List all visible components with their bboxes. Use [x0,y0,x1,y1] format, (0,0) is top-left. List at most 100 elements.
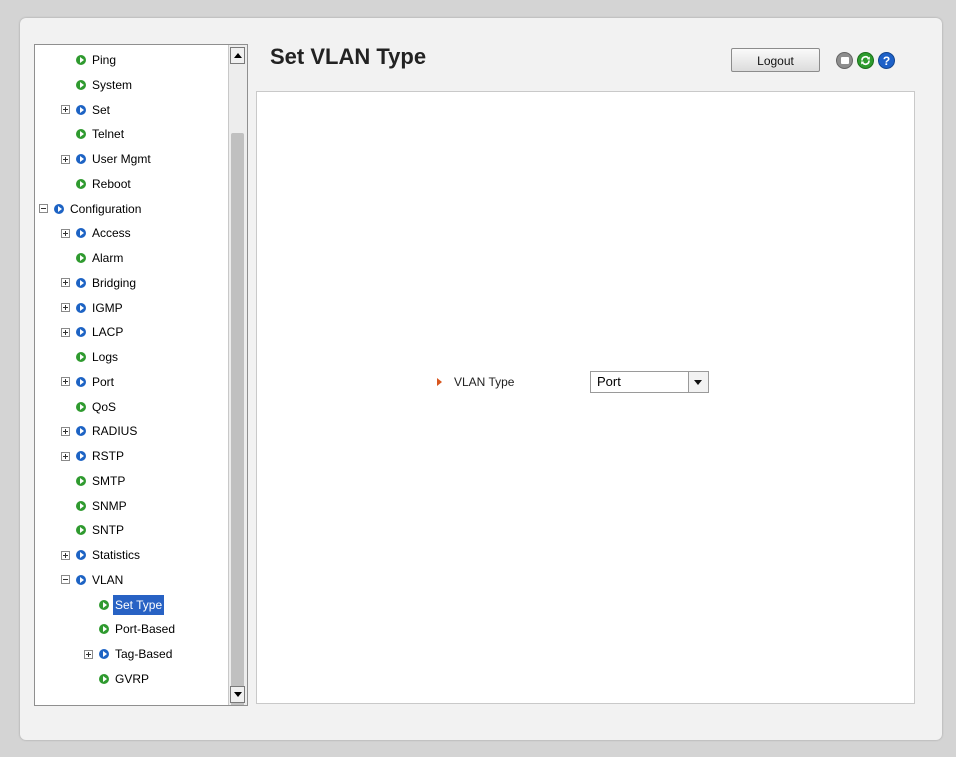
expand-icon[interactable] [61,550,70,560]
chevron-down-icon[interactable] [688,372,708,392]
tree-item-label[interactable]: Set Type [113,594,165,615]
tree-item[interactable]: Configuration [39,199,143,219]
folder-bullet-icon [76,426,86,437]
tree-item[interactable]: Reboot [76,174,133,194]
tree-item[interactable]: User Mgmt [61,149,153,169]
vlan-type-select[interactable]: Port [590,371,709,393]
expand-icon[interactable] [61,426,70,436]
tree-item-label[interactable]: Bridging [90,273,138,293]
refresh-icon[interactable] [857,52,874,69]
tree-item-label[interactable]: Set [90,100,112,120]
tree-item[interactable]: SMTP [76,471,127,491]
tree-item-label[interactable]: Port-Based [113,619,177,639]
tree-item-label[interactable]: User Mgmt [90,149,153,169]
vlan-type-label: VLAN Type [454,375,515,389]
tree-item-label[interactable]: Ping [90,50,118,70]
tree-item-label[interactable]: Statistics [90,545,142,565]
tree-item[interactable]: Alarm [76,248,125,268]
page-bullet-icon [76,178,86,189]
tree-item[interactable]: SNMP [76,496,129,516]
tree-item[interactable]: Set Type [99,594,165,615]
tree-item-label[interactable]: Logs [90,347,120,367]
tree-item[interactable]: Port-Based [99,619,177,639]
scroll-down-button[interactable] [230,686,245,703]
tree-item[interactable]: Logs [76,347,120,367]
navigation-tree-panel: Ping System Set Telnet User Mgmt Reboot Config… [34,44,248,706]
navigation-tree: Ping System Set Telnet User Mgmt Reboot Config… [35,45,228,705]
collapse-icon[interactable] [39,204,48,213]
expand-icon[interactable] [61,327,70,337]
tree-item-label[interactable]: SNTP [90,520,126,540]
tree-item[interactable]: Tag-Based [84,644,174,664]
tree-item-label[interactable]: GVRP [113,669,151,689]
tree-item-label[interactable]: QoS [90,397,118,417]
folder-bullet-icon [99,649,109,659]
page-bullet-icon [76,352,86,362]
tree-item[interactable]: Set [61,100,112,120]
tree-item[interactable]: IGMP [61,298,125,318]
page-bullet-icon [76,500,86,511]
tree-item[interactable]: GVRP [99,669,151,689]
folder-bullet-icon [76,154,86,164]
tree-item-label[interactable]: RADIUS [90,421,139,441]
folder-bullet-icon [76,302,86,313]
help-icon[interactable]: ? [878,52,895,69]
expand-icon[interactable] [61,303,70,312]
tree-scrollbar[interactable] [228,45,247,705]
expand-icon[interactable] [61,228,70,238]
tree-item-label[interactable]: Port [90,372,116,392]
tree-item[interactable]: SNTP [76,520,126,540]
tree-item-label[interactable]: Telnet [90,124,126,144]
folder-bullet-icon [76,104,86,115]
tree-item-label[interactable]: Access [90,223,133,243]
tree-item[interactable]: Statistics [61,545,142,565]
page-bullet-icon [76,129,86,140]
tree-item[interactable]: Access [61,223,133,243]
expand-icon[interactable] [61,278,70,288]
page-bullet-icon [99,599,109,610]
content-area [256,91,915,704]
expand-icon[interactable] [61,377,70,387]
tree-item-label[interactable]: LACP [90,322,125,342]
tree-item-label[interactable]: RSTP [90,446,126,466]
tree-item[interactable]: VLAN [61,570,125,590]
collapse-icon[interactable] [61,575,70,585]
save-icon[interactable] [836,52,853,69]
tree-item[interactable]: Bridging [61,273,138,293]
tree-item[interactable]: Telnet [76,124,126,144]
logout-button[interactable]: Logout [731,48,820,72]
tree-item-label[interactable]: SNMP [90,496,129,516]
folder-bullet-icon [76,376,86,387]
tree-item-label[interactable]: IGMP [90,298,125,318]
tree-item[interactable]: RSTP [61,446,126,466]
tree-item[interactable]: Ping [76,50,118,70]
tree-item[interactable]: RADIUS [61,421,139,441]
page-bullet-icon [99,624,109,635]
expand-icon[interactable] [84,649,93,659]
vlan-type-row: VLAN Type Port [437,370,709,394]
tree-item-label[interactable]: SMTP [90,471,127,491]
tree-item-label[interactable]: Tag-Based [113,644,174,664]
page-bullet-icon [76,79,86,90]
expand-icon[interactable] [61,451,70,461]
folder-bullet-icon [54,203,64,214]
tree-item[interactable]: System [76,75,134,95]
tree-item[interactable]: LACP [61,322,125,342]
tree-item[interactable]: QoS [76,397,118,417]
folder-bullet-icon [76,327,86,338]
tree-item-label[interactable]: System [90,75,134,95]
tree-item-label[interactable]: VLAN [90,570,125,590]
refresh-arrows-icon [861,56,870,65]
expand-icon[interactable] [61,105,70,114]
folder-bullet-icon [76,228,86,239]
folder-bullet-icon [76,550,86,560]
scroll-up-button[interactable] [230,47,245,64]
tree-item-label[interactable]: Reboot [90,174,133,194]
tree-item-label[interactable]: Alarm [90,248,125,268]
tree-item-label[interactable]: Configuration [68,199,143,219]
page-bullet-icon [76,253,86,263]
tree-item[interactable]: Port [61,372,116,392]
scroll-thumb[interactable] [231,133,244,705]
vlan-type-selected-value: Port [597,374,621,389]
expand-icon[interactable] [61,154,70,164]
